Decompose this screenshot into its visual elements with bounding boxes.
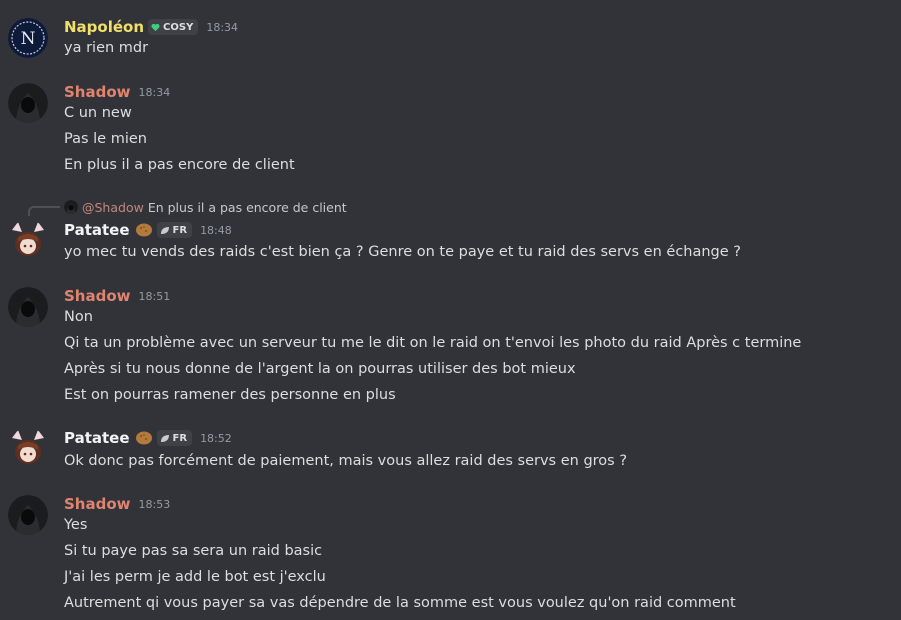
timestamp: 18:51 — [138, 289, 171, 303]
message-text: Autrement qi vous payer sa vas dépendre … — [64, 595, 736, 611]
message-text: Qi ta un problème avec un serveur tu me … — [64, 335, 802, 351]
avatar-shadow-mini — [64, 200, 78, 214]
server-tag-label: COSY — [163, 21, 194, 33]
server-tag-label: FR — [172, 432, 188, 444]
message-text: Est on pourras ramener des personne en p… — [64, 387, 396, 403]
avatar-patatee[interactable] — [8, 220, 48, 260]
avatar-shadow[interactable] — [8, 495, 48, 535]
avatar-shadow[interactable] — [8, 83, 48, 123]
message-text: ya rien mdr — [64, 40, 149, 56]
timestamp: 18:53 — [138, 497, 171, 511]
message-text: Ok donc pas forcément de paiement, mais … — [64, 453, 628, 469]
reply-mention[interactable]: @Shadow — [82, 200, 144, 215]
server-tag[interactable]: COSY — [148, 19, 199, 35]
avatar-patatee[interactable] — [8, 428, 48, 468]
potato-icon — [135, 430, 153, 446]
leaf-icon — [160, 434, 170, 443]
message-text: Non — [64, 309, 93, 325]
timestamp: 18:48 — [200, 223, 232, 237]
potato-icon — [135, 222, 153, 238]
timestamp: 18:34 — [206, 20, 239, 34]
reply-preview[interactable]: @Shadow En plus il a pas encore de clien… — [64, 198, 347, 216]
avatar-napoleon[interactable]: N — [8, 18, 48, 58]
message-text: En plus il a pas encore de client — [64, 157, 295, 173]
server-tag-label: FR — [172, 224, 188, 236]
server-tag[interactable]: FR — [156, 430, 193, 446]
username[interactable]: Patatee — [64, 429, 130, 447]
message-text: Pas le mien — [64, 131, 147, 147]
username[interactable]: Napoléon — [64, 18, 144, 36]
message-text: Si tu paye pas sa sera un raid basic — [64, 543, 323, 559]
leaf-icon — [160, 226, 170, 235]
username[interactable]: Shadow — [64, 495, 131, 513]
svg-text:N: N — [21, 29, 36, 49]
message-text: J'ai les perm je add le bot est j'exclu — [64, 569, 326, 585]
message-text: Yes — [64, 517, 88, 533]
heart-icon — [151, 23, 160, 32]
username[interactable]: Patatee — [64, 221, 130, 239]
timestamp: 18:34 — [138, 85, 171, 99]
server-tag[interactable]: FR — [156, 222, 193, 238]
avatar-shadow[interactable] — [8, 287, 48, 327]
message-text: C un new — [64, 105, 132, 121]
timestamp: 18:52 — [200, 431, 232, 445]
username[interactable]: Shadow — [64, 287, 131, 305]
reply-text: En plus il a pas encore de client — [147, 199, 347, 215]
reply-connector — [28, 206, 60, 216]
message-text: Après si tu nous donne de l'argent la on… — [64, 361, 576, 377]
message-text: yo mec tu vends des raids c'est bien ça … — [64, 244, 741, 260]
username[interactable]: Shadow — [64, 83, 131, 101]
